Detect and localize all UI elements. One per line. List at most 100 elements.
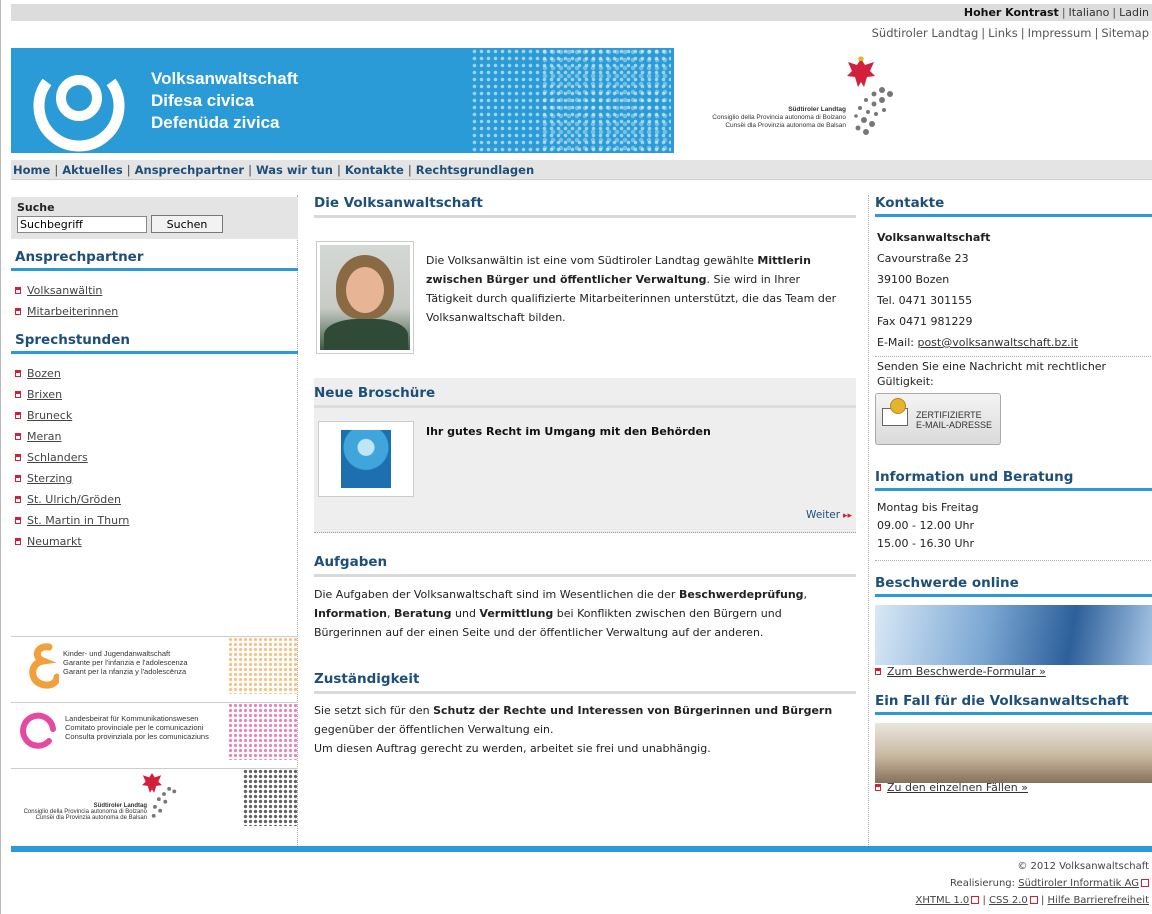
landtag-dots-icon: [854, 87, 893, 135]
link-meran[interactable]: Meran: [27, 430, 62, 443]
search-label: Suche: [17, 201, 55, 214]
fall-heading: Ein Fall für die Volksanwaltschaft: [875, 693, 1152, 715]
link-st-martin[interactable]: St. Martin in Thurn: [27, 514, 129, 527]
bullet-icon: [875, 668, 881, 675]
link-st-ulrich[interactable]: St. Ulrich/Gröden: [27, 493, 121, 506]
banner-kommunikationswesen[interactable]: Landesbeirat für Kommunikationswesen Com…: [11, 702, 298, 760]
banner-dot-pattern: [243, 769, 298, 826]
link-bozen[interactable]: Bozen: [27, 367, 61, 380]
landtag-dots-icon: [151, 786, 177, 818]
bullet-icon: [15, 287, 21, 294]
keyboard-image[interactable]: [875, 605, 1152, 665]
link-mitarbeiterinnen[interactable]: Mitarbeiterinnen: [27, 305, 118, 318]
list-item: Brixen: [15, 384, 129, 405]
nachricht-text: Senden Sie eine Nachricht mit rechtliche…: [877, 360, 1107, 388]
link-sterzing[interactable]: Sterzing: [27, 472, 72, 485]
nav-kontakte[interactable]: Kontakte: [345, 163, 404, 177]
list-item: Meran: [15, 426, 129, 447]
high-contrast-link[interactable]: Hoher Kontrast: [964, 6, 1059, 19]
portrait-image: [320, 245, 410, 350]
bullet-icon: [15, 538, 21, 545]
banner-jugendanwaltschaft[interactable]: Kinder- und Jugendanwaltschaft Garante p…: [11, 636, 298, 694]
left-column: Suche Suchen Ansprechpartner Volksanwält…: [11, 195, 298, 845]
top-utility-bar: Hoher Kontrast | Italiano | Ladin: [11, 4, 1152, 21]
opening-hours-morning: 09.00 - 12.00 Uhr: [877, 519, 974, 532]
nav-ansprechpartner[interactable]: Ansprechpartner: [135, 163, 244, 177]
lang-ladin-link[interactable]: Ladin: [1119, 6, 1149, 19]
section-title-volksanwaltschaft: Die Volksanwaltschaft: [314, 195, 856, 218]
broschure-title: Ihr gutes Recht im Umgang mit den Behörd…: [426, 425, 711, 438]
css-link[interactable]: CSS 2.0: [989, 895, 1028, 906]
ansprechpartner-heading: Ansprechpartner: [11, 249, 298, 271]
weiter-link[interactable]: Weiter ▸▸: [806, 509, 852, 521]
search-button[interactable]: Suchen: [151, 215, 223, 233]
contact-email-row: E-Mail: post@volksanwaltschaft.bz.it: [877, 336, 1079, 349]
beschwerde-formular-link[interactable]: Zum Beschwerde-Formular »: [875, 665, 1046, 678]
list-item: Schlanders: [15, 447, 129, 468]
banner-landtag[interactable]: Südtiroler Landtag Consiglio della Provi…: [11, 768, 298, 826]
divider: [875, 356, 1152, 357]
bullet-icon: [15, 308, 21, 315]
beschwerde-heading: Beschwerde online: [875, 575, 1152, 597]
seal-icon: [890, 398, 906, 414]
realisierung-link[interactable]: Südtiroler Informatik AG: [1018, 878, 1139, 889]
center-column: Die Volksanwaltschaft Die Volksanwältin …: [298, 195, 868, 845]
certified-email-button[interactable]: ZERTIFIZIERTE E-MAIL-ADRESSE: [875, 393, 1001, 445]
banner-line: Cunsëi dla Provinzia autonoma de Balsan: [35, 815, 147, 821]
link-neumarkt[interactable]: Neumarkt: [27, 535, 82, 548]
meta-link-impressum[interactable]: Impressum: [1028, 26, 1092, 40]
gavel-image[interactable]: [875, 723, 1152, 783]
section-title-aufgaben: Aufgaben: [314, 554, 856, 577]
list-item: St. Ulrich/Gröden: [15, 489, 129, 510]
brand-line-lad: Defenüda zivica: [151, 113, 280, 132]
ansprechpartner-list: Volksanwältin Mitarbeiterinnen: [15, 280, 118, 322]
kontakte-heading: Kontakte: [875, 195, 1152, 217]
volksanwaltschaft-logo-icon: [33, 75, 125, 152]
kommunikation-logo-icon: [20, 712, 56, 749]
section-title-zustaendigkeit: Zuständigkeit: [314, 671, 856, 694]
meta-link-landtag[interactable]: Südtiroler Landtag: [872, 26, 979, 40]
search-input[interactable]: [17, 215, 147, 233]
hilfe-link[interactable]: Hilfe Barrierefreiheit: [1048, 895, 1149, 906]
nav-aktuelles[interactable]: Aktuelles: [62, 163, 123, 177]
aufgaben-paragraph: Die Aufgaben der Volksanwaltschaft sind …: [314, 588, 808, 639]
footer-bar: [11, 846, 1152, 852]
brand-line-it: Difesa civica: [151, 91, 255, 110]
header-banner[interactable]: Volksanwaltschaft Difesa civica Defenüda…: [11, 48, 674, 153]
header-dot-pattern-large: [541, 48, 671, 153]
meta-link-sitemap[interactable]: Sitemap: [1101, 26, 1149, 40]
contact-email-link[interactable]: post@volksanwaltschaft.bz.it: [917, 336, 1078, 349]
right-column: Kontakte Volksanwaltschaft Cavourstraße …: [868, 195, 1152, 845]
link-schlanders[interactable]: Schlanders: [27, 451, 88, 464]
divider: [875, 560, 1152, 561]
list-item: Bozen: [15, 363, 129, 384]
nav-rechtsgrundlagen[interactable]: Rechtsgrundlagen: [416, 163, 534, 177]
link-volksanwaeltin[interactable]: Volksanwältin: [27, 284, 102, 297]
nav-was-wir-tun[interactable]: Was wir tun: [256, 163, 333, 177]
banner-line: Garant per la nfanzia y l'adolescënza: [63, 667, 187, 676]
contact-fax: Fax 0471 981229: [877, 315, 973, 328]
list-item: Neumarkt: [15, 531, 129, 552]
bullet-icon: [15, 370, 21, 377]
broschure-cover-image[interactable]: [318, 421, 414, 497]
bullet-icon: [15, 433, 21, 440]
bullet-icon: [875, 784, 881, 791]
nav-home[interactable]: Home: [13, 163, 50, 177]
lang-italiano-link[interactable]: Italiano: [1069, 6, 1110, 19]
copyright: © 2012 Volksanwaltschaft: [1017, 861, 1149, 872]
contact-org: Volksanwaltschaft: [877, 231, 991, 244]
link-bruneck[interactable]: Bruneck: [27, 409, 72, 422]
xhtml-link[interactable]: XHTML 1.0: [916, 895, 970, 906]
faelle-link[interactable]: Zu den einzelnen Fällen »: [875, 781, 1028, 794]
meta-link-links[interactable]: Links: [988, 26, 1018, 40]
zustaendigkeit-paragraph: Sie setzt sich für den Schutz der Rechte…: [314, 704, 833, 755]
portrait-photo: [316, 241, 414, 354]
footer: © 2012 Volksanwaltschaft Realisierung: S…: [11, 858, 1149, 909]
landtag-logo[interactable]: Südtiroler Landtag Consiglio della Provi…: [676, 56, 916, 148]
info-beratung-heading: Information und Beratung: [875, 469, 1152, 491]
link-brixen[interactable]: Brixen: [27, 388, 62, 401]
contact-street: Cavourstraße 23: [877, 252, 969, 265]
main-navigation: Home | Aktuelles | Ansprechpartner | Was wir t…: [11, 160, 1152, 180]
landtag-line-de: Südtiroler Landtag: [788, 106, 846, 113]
section-title-broschure: Neue Broschüre: [314, 385, 856, 408]
